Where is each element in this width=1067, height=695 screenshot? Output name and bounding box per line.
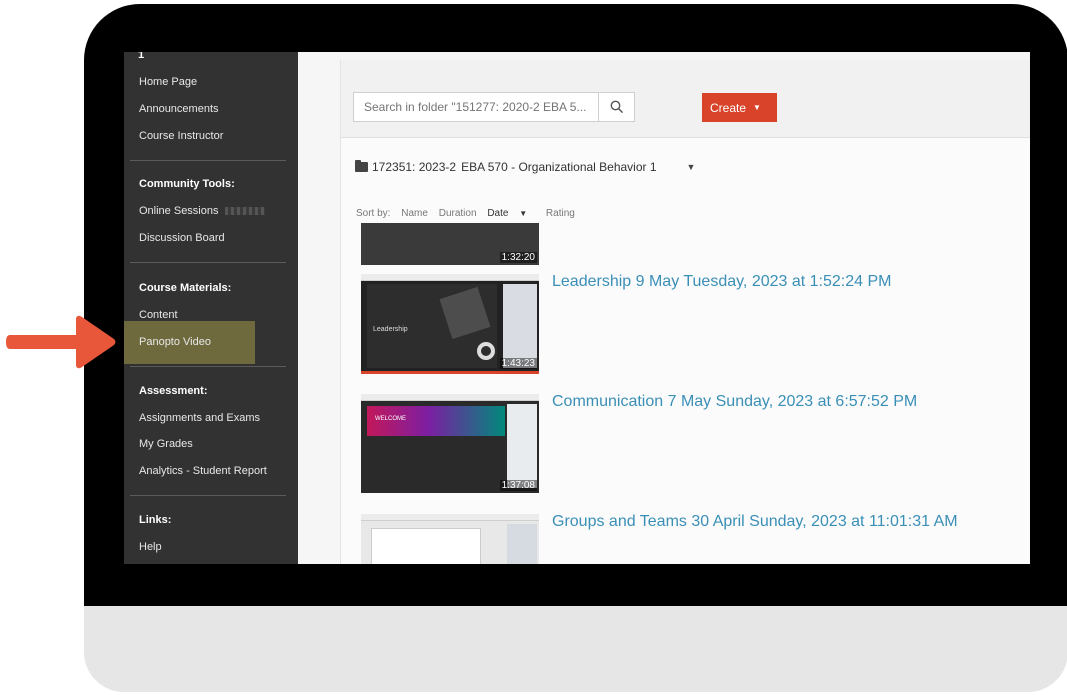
thumb-browser-bar [361, 514, 539, 521]
create-button[interactable]: Create ▼ [702, 93, 777, 122]
sidebar-item-online-sessions[interactable]: Online Sessions [139, 205, 265, 217]
video-title-link[interactable]: Groups and Teams 30 April Sunday, 2023 a… [552, 513, 958, 531]
sort-option-rating[interactable]: Rating [546, 208, 575, 219]
video-thumbnail[interactable]: WELCOME 1:37:08 [361, 394, 539, 493]
folder-selector[interactable]: 172351: 2023-2 EBA 570 - Organizational … [355, 160, 695, 174]
sidebar-heading-assessment: Assessment: [139, 385, 208, 397]
thumb-browser-bar [361, 394, 539, 401]
toolbar: Create ▼ [341, 60, 1030, 138]
sort-option-date[interactable]: Date ▼ [487, 208, 535, 219]
thumb-graphic [477, 342, 495, 360]
panopto-panel: Create ▼ 172351: 2023-2 EBA 570 - Organi… [340, 60, 1030, 564]
thumb-text: WELCOME [375, 416, 407, 422]
search-input[interactable] [354, 93, 598, 121]
redacted-mark [224, 207, 265, 216]
video-title-link[interactable]: Communication 7 May Sunday, 2023 at 6:57… [552, 393, 917, 411]
screen: 1 Home Page Announcements Course Instruc… [124, 52, 1030, 564]
arrow-pointer-icon [6, 315, 116, 369]
sidebar-item-help[interactable]: Help [139, 541, 162, 553]
sidebar-item-discussion-board[interactable]: Discussion Board [139, 232, 225, 244]
video-thumbnail[interactable] [361, 514, 539, 564]
video-title-link[interactable]: Leadership 9 May Tuesday, 2023 at 1:52:2… [552, 273, 891, 291]
sort-label: Sort by: [356, 208, 391, 219]
sort-option-duration[interactable]: Duration [439, 208, 477, 219]
create-label: Create [710, 100, 747, 115]
video-duration: 1:43:23 [499, 358, 537, 369]
sort-bar: Sort by: Name Duration Date ▼ Rating [356, 208, 583, 219]
sort-option-name[interactable]: Name [401, 208, 428, 219]
sidebar-item-my-grades[interactable]: My Grades [139, 438, 193, 450]
sidebar-item-label: Online Sessions [139, 205, 219, 217]
video-thumbnail[interactable]: 1:32:20 [361, 223, 539, 265]
sidebar-item-home-page[interactable]: Home Page [139, 76, 197, 88]
video-duration: 1:37:08 [499, 480, 537, 491]
sidebar-item-assignments-exams[interactable]: Assignments and Exams [139, 412, 260, 424]
thumb-text: Leadership [373, 326, 408, 333]
sidebar-divider [130, 366, 286, 367]
folder-name: EBA 570 - Organizational Behavior 1 [461, 160, 657, 174]
main-panel: Create ▼ 172351: 2023-2 EBA 570 - Organi… [298, 52, 1030, 564]
sidebar-heading-materials: Course Materials: [139, 282, 232, 294]
sidebar-item-announcements[interactable]: Announcements [139, 103, 219, 115]
thumb-window [371, 528, 481, 564]
video-duration: 1:32:20 [499, 252, 537, 263]
search-box [353, 92, 635, 122]
thumb-side-panel [507, 404, 537, 488]
thumb-side-panel [503, 284, 537, 368]
sidebar-divider [130, 262, 286, 263]
sidebar-item-content[interactable]: Content [139, 309, 178, 321]
sidebar-heading-links: Links: [139, 514, 172, 526]
search-button[interactable] [598, 93, 634, 121]
course-sidebar: 1 Home Page Announcements Course Instruc… [124, 52, 298, 564]
thumb-browser-bar [361, 274, 539, 281]
search-icon [610, 100, 623, 114]
chevron-down-icon: ▼ [686, 162, 696, 172]
thumb-side-panel [507, 524, 537, 564]
monitor-chin [84, 606, 1067, 692]
sidebar-divider [130, 160, 286, 161]
sidebar-top-text: 1 [138, 52, 145, 61]
sidebar-heading-community: Community Tools: [139, 178, 235, 190]
video-thumbnail[interactable]: Leadership 1:43:23 [361, 274, 539, 374]
folder-icon [355, 160, 368, 172]
folder-id: 172351: 2023-2 [372, 160, 457, 174]
sidebar-item-course-instructor[interactable]: Course Instructor [139, 130, 223, 142]
sidebar-item-panopto-video[interactable]: Panopto Video [139, 336, 211, 348]
sort-option-date-label: Date [487, 208, 509, 219]
watch-progress [361, 371, 539, 374]
sort-desc-icon: ▼ [519, 209, 528, 218]
chevron-down-icon: ▼ [753, 103, 761, 112]
sidebar-item-analytics[interactable]: Analytics - Student Report [139, 465, 267, 477]
sidebar-divider [130, 495, 286, 496]
